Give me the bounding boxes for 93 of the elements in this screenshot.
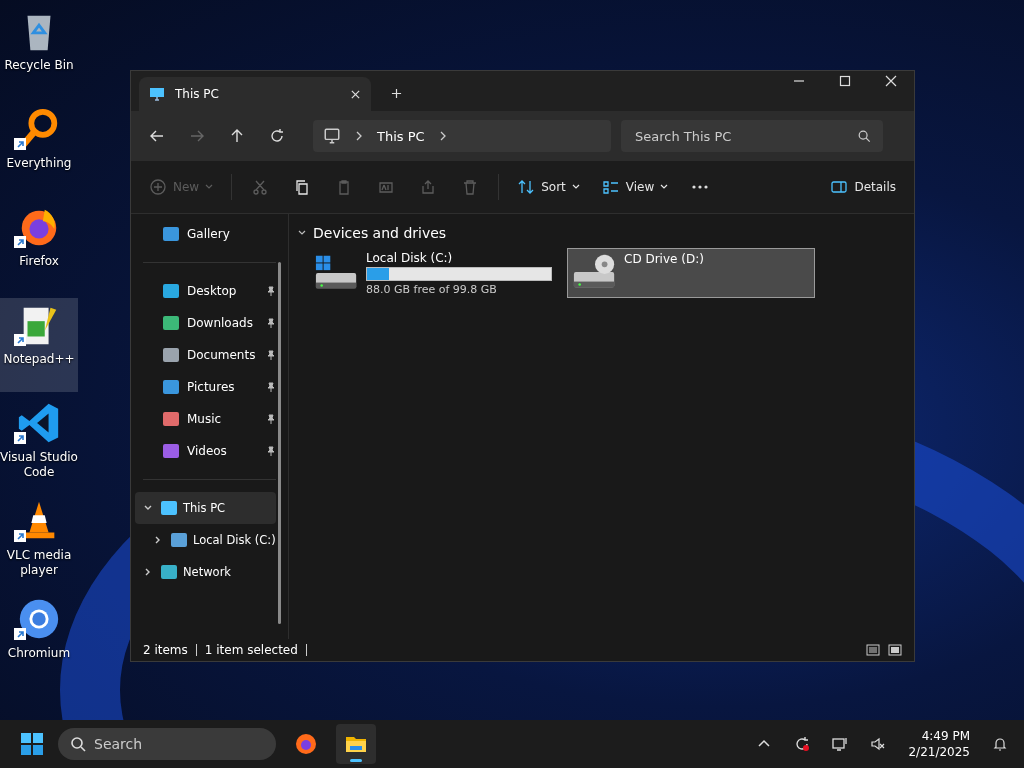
sidebar-item[interactable]: Videos: [135, 435, 276, 467]
scissors-icon: [251, 178, 270, 196]
shortcut-arrow-icon: [14, 628, 26, 640]
clock-time[interactable]: 4:49 PM: [921, 728, 970, 744]
desktop-shortcut[interactable]: Chromium: [0, 592, 78, 686]
pin-icon[interactable]: [266, 446, 276, 456]
desktop-icon: [163, 284, 179, 298]
desktop-shortcut[interactable]: VLC media player: [0, 494, 78, 588]
list-view-icon: [601, 178, 620, 196]
tab-title: This PC: [175, 87, 220, 101]
start-button[interactable]: [20, 732, 44, 756]
pin-icon[interactable]: [266, 318, 276, 328]
free-space-text: 88.0 GB free of 99.8 GB: [366, 282, 498, 296]
pin-icon[interactable]: [266, 414, 276, 424]
tree-item[interactable]: Local Disk (C:): [135, 524, 276, 556]
drive-name: Local Disk (C:): [366, 250, 454, 265]
taskbar-search-field[interactable]: Search: [58, 728, 276, 760]
item-count: 2 items: [143, 643, 188, 657]
drive-icon: [171, 533, 187, 547]
close-icon[interactable]: [885, 75, 897, 87]
shortcut-label: Notepad++: [3, 352, 75, 367]
monitor-icon: [161, 501, 177, 515]
shortcut-arrow-icon: [14, 530, 26, 542]
refresh-icon[interactable]: [269, 128, 285, 144]
desktop-shortcut[interactable]: Everything: [0, 102, 78, 196]
up-arrow-icon[interactable]: [229, 128, 245, 144]
shortcut-label: Everything: [6, 156, 72, 171]
sort-button[interactable]: Sort: [509, 171, 588, 203]
sync-icon[interactable]: [794, 736, 811, 752]
downloads-icon: [163, 316, 179, 330]
tree-item[interactable]: This PC: [135, 492, 276, 524]
shortcut-arrow-icon: [14, 334, 26, 346]
search-icon[interactable]: [857, 129, 871, 143]
drive-tile[interactable]: Local Disk (C:) 88.0 GB free of 99.8 GB: [309, 248, 557, 298]
monitor-icon: [149, 86, 165, 102]
shortcut-label: VLC media player: [5, 548, 73, 578]
details-button[interactable]: Details: [822, 171, 904, 203]
sidebar-item[interactable]: Gallery: [135, 218, 276, 250]
add-tab-icon[interactable]: [391, 88, 402, 99]
monitor-icon: [323, 127, 341, 145]
clock-date[interactable]: 2/21/2025: [908, 744, 970, 760]
videos-icon: [163, 444, 179, 458]
sidebar-item[interactable]: Documents: [135, 339, 276, 371]
notification-bell-icon[interactable]: [992, 736, 1008, 752]
shortcut-arrow-icon: [14, 138, 26, 150]
view-button[interactable]: View: [593, 171, 677, 203]
sidebar-item[interactable]: Music: [135, 403, 276, 435]
close-icon[interactable]: [350, 88, 361, 100]
shortcut-label: Chromium: [7, 646, 71, 661]
caret-icon: [571, 184, 580, 190]
shortcut-arrow-icon: [14, 432, 26, 444]
maximize-icon[interactable]: [839, 75, 851, 87]
pin-icon[interactable]: [266, 286, 276, 296]
drive-name: CD Drive (D:): [624, 252, 705, 266]
chevron-icon[interactable]: [355, 130, 363, 142]
pin-icon[interactable]: [266, 350, 276, 360]
sort-arrows-icon: [517, 178, 536, 196]
shortcut-label: Recycle Bin: [4, 58, 74, 73]
sidebar-item[interactable]: Downloads: [135, 307, 276, 339]
shortcut-arrow-icon: [14, 236, 26, 248]
shortcut-label: Visual Studio Code: [0, 450, 78, 480]
tree-item[interactable]: Network: [135, 556, 276, 588]
sidebar-item[interactable]: Pictures: [135, 371, 276, 403]
search-field[interactable]: Search This PC: [621, 120, 883, 152]
pin-icon[interactable]: [266, 382, 276, 392]
selection-count: 1 item selected: [204, 643, 298, 657]
tiles-view-icon[interactable]: [888, 644, 902, 656]
tab[interactable]: This PC: [139, 77, 371, 111]
shortcut-label: Firefox: [19, 254, 59, 269]
documents-icon: [163, 348, 179, 362]
sidebar-item[interactable]: Desktop: [135, 275, 276, 307]
forward-arrow-icon[interactable]: [189, 128, 205, 144]
group-header[interactable]: Devices and drives: [297, 222, 906, 244]
chevron-icon[interactable]: [438, 130, 447, 142]
desktop-shortcut[interactable]: Recycle Bin: [0, 4, 78, 98]
drive-tile[interactable]: CD Drive (D:): [567, 248, 815, 298]
network-icon[interactable]: [832, 736, 849, 752]
desktop-shortcut[interactable]: Visual Studio Code: [0, 396, 78, 490]
desktop-shortcut[interactable]: Firefox: [0, 200, 78, 294]
details-view-icon[interactable]: [866, 644, 880, 656]
network-icon: [161, 565, 177, 579]
back-arrow-icon[interactable]: [149, 128, 165, 144]
muted-speaker-icon[interactable]: [870, 736, 887, 752]
music-icon: [163, 412, 179, 426]
desktop-shortcut[interactable]: Notepad++: [0, 298, 78, 392]
side-panel-icon: [830, 178, 849, 196]
breadcrumb[interactable]: This PC: [377, 128, 425, 144]
caret-icon: [660, 184, 669, 190]
gallery-icon: [163, 227, 179, 241]
pictures-icon: [163, 380, 179, 394]
address-bar[interactable]: This PC: [313, 120, 611, 152]
folder-taskbar-icon[interactable]: [336, 724, 376, 764]
caret-icon: [205, 184, 214, 190]
